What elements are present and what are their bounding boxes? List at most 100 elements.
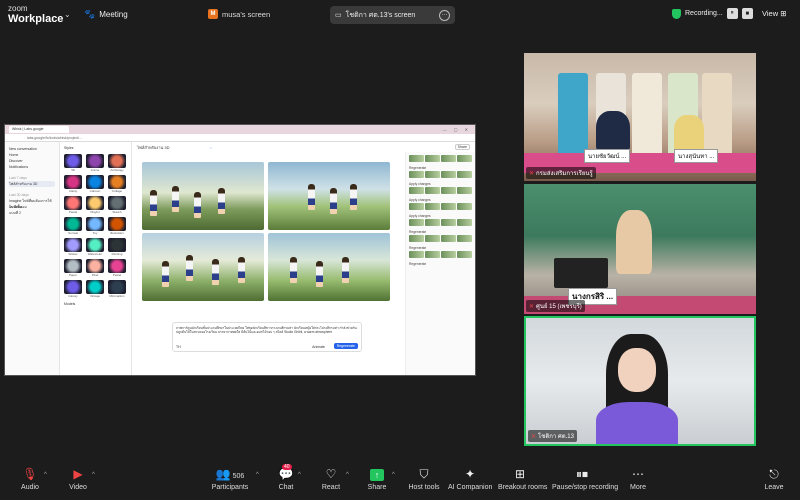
style-thumbnail xyxy=(64,280,82,294)
participants-button[interactable]: 👥 506 Participants xyxy=(208,466,252,491)
pause-rec-label: Pause/stop recording xyxy=(552,484,619,491)
participant-count: 506 xyxy=(232,473,245,480)
history-thumbnail xyxy=(425,235,440,242)
generated-image[interactable] xyxy=(142,162,264,230)
student-figure xyxy=(290,257,297,283)
logo-line2: Workplace xyxy=(8,13,64,25)
stop-recording-button[interactable]: ■ xyxy=(741,8,753,19)
leave-label: Leave xyxy=(764,484,784,491)
active-speaker-video[interactable]: ✕ โชติกา ศต.13 xyxy=(524,316,756,446)
style-label: Anthology xyxy=(110,168,124,172)
chevron-up-icon[interactable]: ^ xyxy=(298,472,301,478)
history-thumbnail xyxy=(457,235,472,242)
history-thumbnails[interactable] xyxy=(409,235,472,242)
student-figure xyxy=(162,261,169,287)
style-option[interactable]: Painting xyxy=(108,238,126,256)
history-thumbnails[interactable] xyxy=(409,155,472,162)
ai-companion-button[interactable]: ✦ AI Companion xyxy=(448,466,492,491)
more-button[interactable]: ⋯ More xyxy=(628,466,648,491)
student-figure xyxy=(342,257,349,283)
style-option[interactable]: Collage xyxy=(108,175,126,193)
style-option[interactable]: Anime xyxy=(86,154,104,172)
style-option[interactable]: Pixel xyxy=(86,259,104,277)
participant-video[interactable]: นางกรสิริ ... ✕ ศูนย์ 15 (เพชรบุรี) xyxy=(524,184,756,314)
history-thumbnails[interactable] xyxy=(409,171,472,178)
history-thumbnails[interactable] xyxy=(409,219,472,226)
address-bar[interactable]: labs.google/fx/tools/whisk/project/... xyxy=(5,134,475,142)
styles-grid: 3D Anime Anthology Clarity Cartoon Collage Pas… xyxy=(64,154,127,298)
mic-off-icon: ✕ xyxy=(531,433,537,440)
chevron-up-icon[interactable]: ^ xyxy=(256,472,259,478)
meeting-info[interactable]: 🐾 Meeting xyxy=(84,9,128,20)
generated-image[interactable] xyxy=(268,162,390,230)
project-header: ไฟล์สำหรับงาน 3D ◌ Share xyxy=(132,142,475,152)
style-option[interactable]: Pastel xyxy=(108,259,126,277)
prompt-input[interactable]: ภาพการ์ตูนนักเรียนชั้นประถมศึกษาในประเทศ… xyxy=(172,322,362,352)
history-thumbnails[interactable] xyxy=(409,251,472,258)
history-thumbnail xyxy=(457,251,472,258)
style-option[interactable]: Toy xyxy=(86,217,104,235)
participant-video[interactable]: นายชัยวัฒน์ ... นางสุนันทา ... ✕ กรมส่งเส… xyxy=(524,53,756,181)
style-option[interactable]: Sketch xyxy=(108,196,126,214)
style-option[interactable]: Cartoon xyxy=(86,175,104,193)
style-option[interactable]: Minimalism xyxy=(108,280,126,298)
react-button[interactable]: ♡ React xyxy=(318,466,344,491)
chevron-up-icon[interactable]: ^ xyxy=(392,472,395,478)
history-action[interactable]: Regenerate xyxy=(409,261,472,267)
style-option[interactable]: Watercolor xyxy=(86,238,104,256)
audio-button[interactable]: 🎙 Audio xyxy=(16,466,44,491)
chevron-down-icon[interactable]: ⌄ xyxy=(64,10,71,19)
style-label: Pastel xyxy=(112,273,122,277)
history-thumbnails[interactable] xyxy=(409,203,472,210)
chevron-up-icon[interactable]: ^ xyxy=(92,472,95,478)
chevron-up-icon[interactable]: ^ xyxy=(44,472,47,478)
zoom-meeting-window: zoom Workplace ⌄ 🐾 Meeting M musa's scre… xyxy=(0,0,800,500)
share-button[interactable]: ↑ Share xyxy=(364,466,390,491)
participant-name: ศูนย์ 15 (เพชรบุรี) xyxy=(536,304,582,310)
styles-panel: Styles 3D Anime Anthology Clarity Cartoon Col… xyxy=(60,142,132,375)
nav-item[interactable]: Notifications xyxy=(9,164,55,170)
zoom-logo[interactable]: zoom Workplace xyxy=(8,4,64,25)
style-option[interactable]: 3D xyxy=(64,154,82,172)
regenerate-button[interactable]: Regenerate xyxy=(333,343,358,349)
style-option[interactable]: Illustration xyxy=(108,217,126,235)
viewing-screen-pill[interactable]: ▭ โชติกา ศต.13's screen ··· xyxy=(330,6,455,24)
leave-button[interactable]: ⎋ Leave xyxy=(762,466,786,491)
style-option[interactable]: Paper xyxy=(64,259,82,277)
style-option[interactable]: Sticker xyxy=(64,238,82,256)
history-thumbnail xyxy=(441,235,456,242)
video-button[interactable]: ▶ Video xyxy=(64,466,92,491)
more-options-icon[interactable]: ··· xyxy=(439,9,450,21)
nav-item[interactable]: แบบที่ 2 xyxy=(9,210,55,216)
history-thumbnail xyxy=(409,187,424,194)
nav-item-active[interactable]: ไฟล์สำหรับงาน 3D xyxy=(9,181,55,187)
style-option[interactable]: Clarity xyxy=(64,175,82,193)
breakout-rooms-button[interactable]: ⊞ Breakout rooms xyxy=(498,466,547,491)
screen-owner[interactable]: M musa's screen xyxy=(208,9,270,19)
host-tools-button[interactable]: ⛉ Host tools xyxy=(408,466,440,491)
generated-image[interactable] xyxy=(268,233,390,301)
style-option[interactable]: Surreal xyxy=(64,217,82,235)
generated-image[interactable] xyxy=(142,233,264,301)
window-controls[interactable]: — ▢ ✕ xyxy=(443,127,475,132)
chevron-up-icon[interactable]: ^ xyxy=(346,472,349,478)
shared-screen[interactable]: Whisk | Labs.google — ▢ ✕ labs.google/fx… xyxy=(4,124,476,376)
style-label: Glossy xyxy=(68,294,78,298)
browser-tab[interactable]: Whisk | Labs.google xyxy=(9,126,69,133)
view-button[interactable]: View ⊞ xyxy=(762,9,787,18)
animate-button[interactable]: Animate xyxy=(312,345,325,349)
style-option[interactable]: Pastel xyxy=(64,196,82,214)
history-thumbnail xyxy=(425,219,440,226)
student-figure xyxy=(330,188,337,214)
language-selector[interactable]: TH xyxy=(176,345,181,349)
style-option[interactable]: Playful xyxy=(86,196,104,214)
chat-button[interactable]: 💬 40 Chat xyxy=(274,464,298,491)
style-option[interactable]: Glossy xyxy=(64,280,82,298)
paw-icon: 🐾 xyxy=(84,9,96,19)
pause-recording-button[interactable]: ⏸ xyxy=(726,8,738,19)
history-thumbnails[interactable] xyxy=(409,187,472,194)
style-option[interactable]: Anthology xyxy=(108,154,126,172)
share-button[interactable]: Share xyxy=(454,144,470,150)
style-option[interactable]: Vintage xyxy=(86,280,104,298)
pause-stop-recording-button[interactable]: ⏸⏹ Pause/stop recording xyxy=(552,466,619,491)
